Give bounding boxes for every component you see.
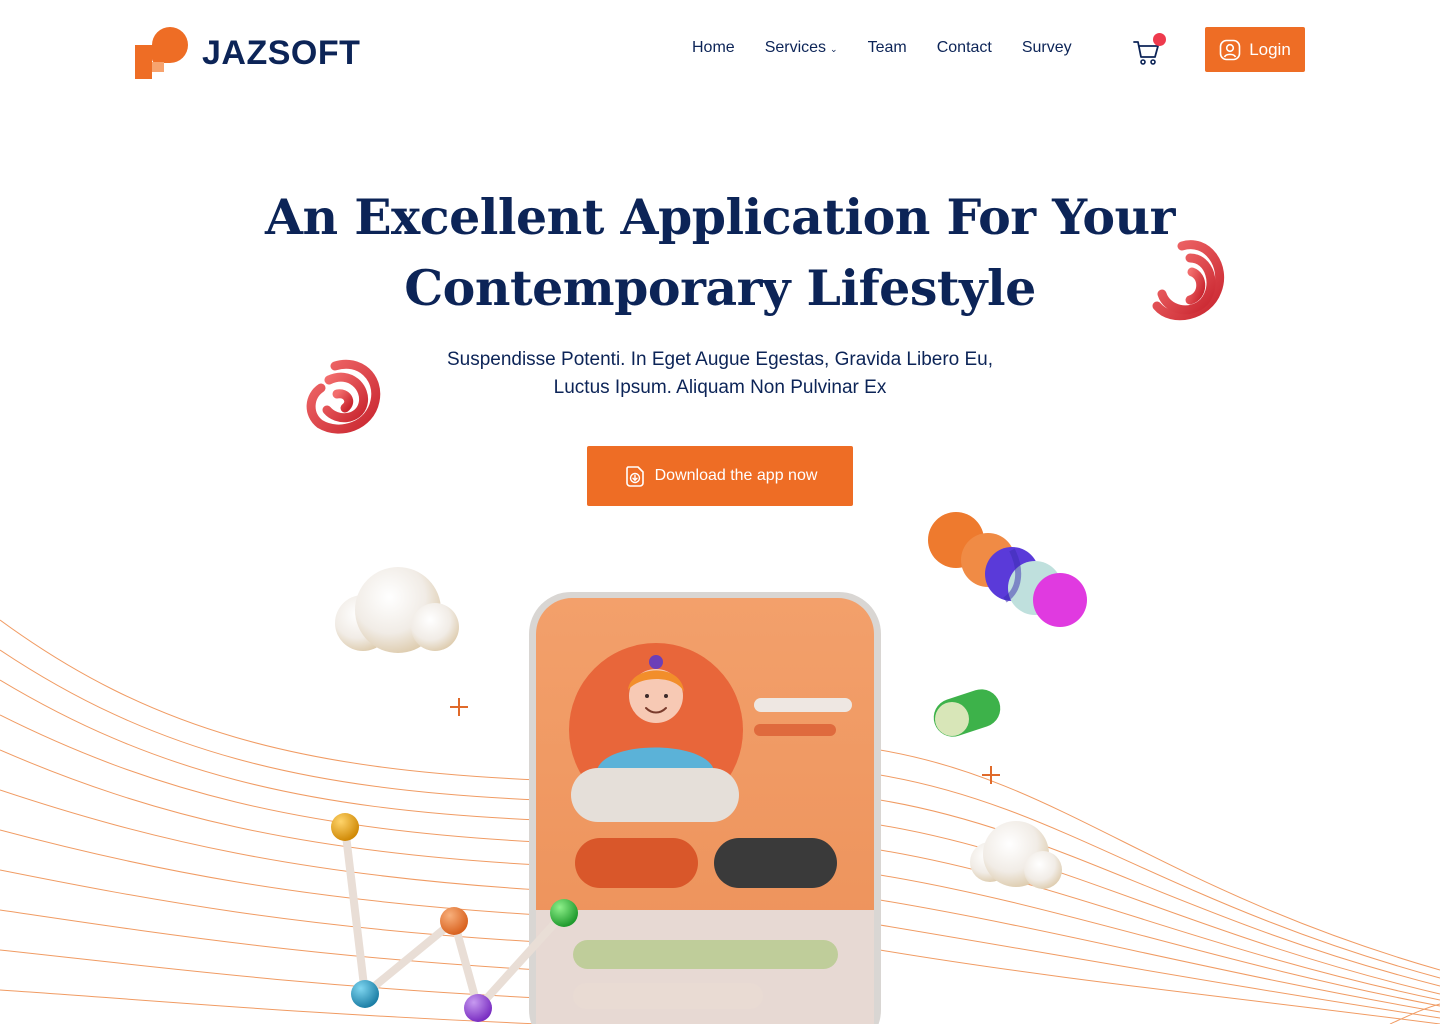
login-button[interactable]: Login: [1205, 27, 1305, 72]
hero-title-line1: An Excellent Application For Your: [265, 188, 1175, 246]
nav-item-services[interactable]: Services ⌄: [765, 39, 838, 57]
hero-subtitle: Suspendisse Potenti. In Eget Augue Egest…: [370, 346, 1070, 402]
cart-badge: [1153, 33, 1166, 46]
nav-item-survey[interactable]: Survey: [1022, 39, 1072, 57]
hero-subtitle-line1: Suspendisse Potenti. In Eget Augue Egest…: [446, 349, 994, 370]
nav-item-home[interactable]: Home: [692, 39, 735, 57]
spiral-decoration-right: [1152, 240, 1225, 321]
logo-mark-icon: [135, 27, 188, 79]
app-illustration: [0, 512, 1440, 1024]
hero-subtitle-line2: Luctus Ipsum. Aliquam Non Pulvinar Ex: [553, 377, 887, 398]
nav-item-contact[interactable]: Contact: [937, 39, 992, 57]
login-label: Login: [1249, 39, 1291, 59]
cloud-right: [970, 821, 1062, 889]
brand-logo[interactable]: JAZSOFT: [135, 27, 360, 79]
download-icon: [625, 466, 644, 487]
user-icon: [1219, 39, 1241, 60]
main-nav: Home Services ⌄ Team Contact Survey: [692, 39, 1072, 57]
hero-title-line2: Contemporary Lifestyle: [404, 259, 1036, 317]
chevron-down-icon: ⌄: [830, 43, 838, 54]
nav-item-services-label: Services: [764, 39, 827, 56]
nav-item-team[interactable]: Team: [868, 39, 907, 57]
spiral-decoration-left: [306, 359, 381, 434]
download-app-button[interactable]: Download the app now: [587, 446, 853, 506]
download-app-label: Download the app now: [654, 467, 818, 484]
cloud-left: [335, 567, 459, 653]
brand-name: JAZSOFT: [202, 33, 361, 72]
cart-button[interactable]: [1132, 33, 1168, 67]
hero-title: An Excellent Application For Your Contem…: [220, 182, 1220, 324]
